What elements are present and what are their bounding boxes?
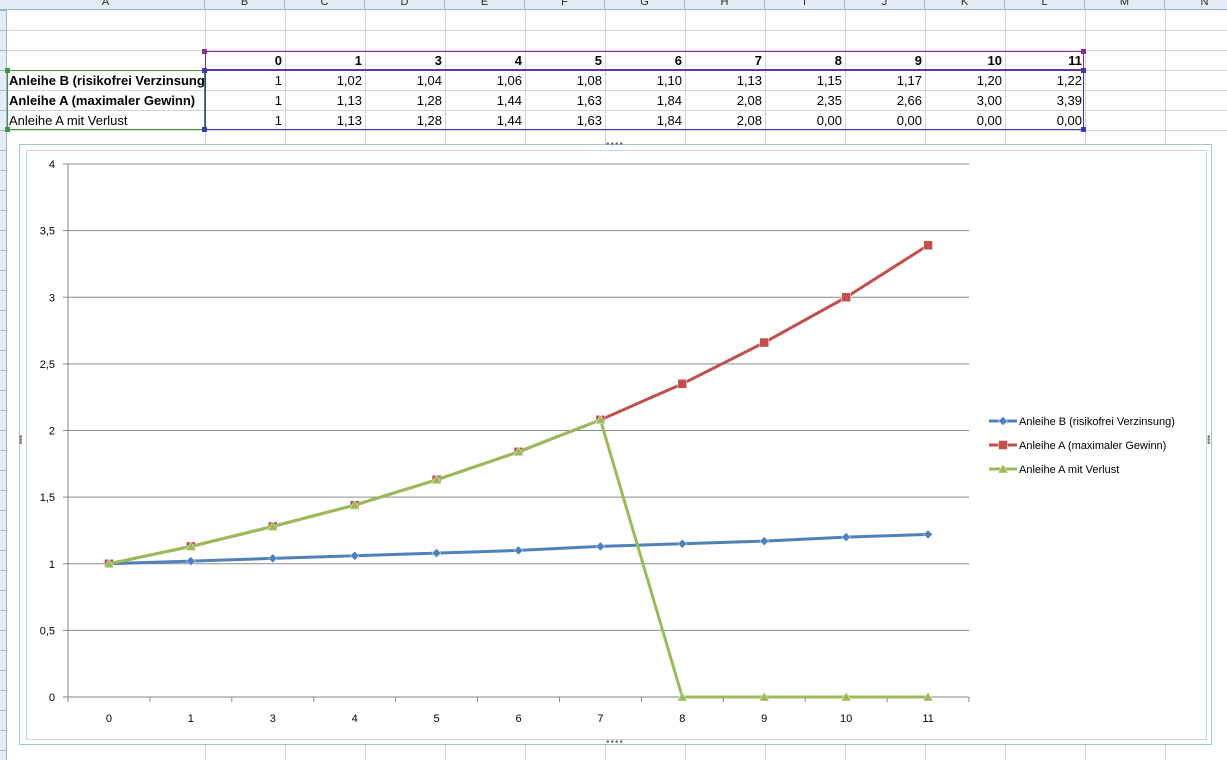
- x-tick-label: 11: [922, 713, 933, 725]
- y-tick-label: 0,5: [40, 625, 55, 637]
- legend-marker: [998, 440, 1008, 450]
- data-point: [841, 292, 851, 302]
- data-point: [513, 545, 524, 556]
- data-point: [677, 538, 688, 549]
- x-tick-label: 3: [270, 713, 276, 725]
- x-tick-label: 9: [761, 713, 767, 725]
- legend-entry-label: Anleihe A mit Verlust: [1019, 464, 1119, 476]
- x-tick-label: 10: [840, 713, 852, 725]
- line-chart: 0 0,5 1 1,5 2 2,5 3 3,5 4 0 1 3 4 5 6 7 8 9 10 11 Anleihe B …: [40, 159, 1175, 725]
- x-tick-label: 8: [679, 713, 685, 725]
- x-tick-label: 7: [597, 713, 603, 725]
- data-point: [349, 550, 360, 561]
- x-tick-label: 5: [434, 713, 440, 725]
- y-tick-label: 1: [49, 559, 55, 571]
- y-tick-label: 3,5: [40, 226, 55, 238]
- data-point: [267, 553, 278, 564]
- y-tick-label: 1,5: [40, 492, 55, 504]
- legend-entry-label: Anleihe B (risikofrei Verzinsung): [1019, 416, 1175, 428]
- data-point: [677, 379, 688, 389]
- y-tick-label: 0: [49, 692, 55, 704]
- legend-marker: [998, 416, 1008, 426]
- y-tick-label: 4: [49, 159, 55, 171]
- data-point: [431, 548, 442, 558]
- data-point: [923, 529, 933, 540]
- x-tick-label: 1: [188, 713, 194, 725]
- x-tick-label: 4: [352, 713, 358, 725]
- data-point: [759, 536, 770, 546]
- y-tick-label: 2: [49, 426, 55, 438]
- y-tick-label: 3: [49, 292, 55, 304]
- data-point: [841, 532, 851, 542]
- y-tick-label: 2,5: [40, 359, 55, 371]
- x-tick-label: 6: [515, 713, 521, 725]
- data-point: [759, 337, 769, 348]
- series-line-2: [108, 244, 929, 566]
- data-point: [923, 240, 933, 251]
- data-point: [595, 541, 606, 552]
- x-tick-label: 0: [106, 713, 112, 725]
- legend-entry-label: Anleihe A (maximaler Gewinn): [1019, 440, 1166, 452]
